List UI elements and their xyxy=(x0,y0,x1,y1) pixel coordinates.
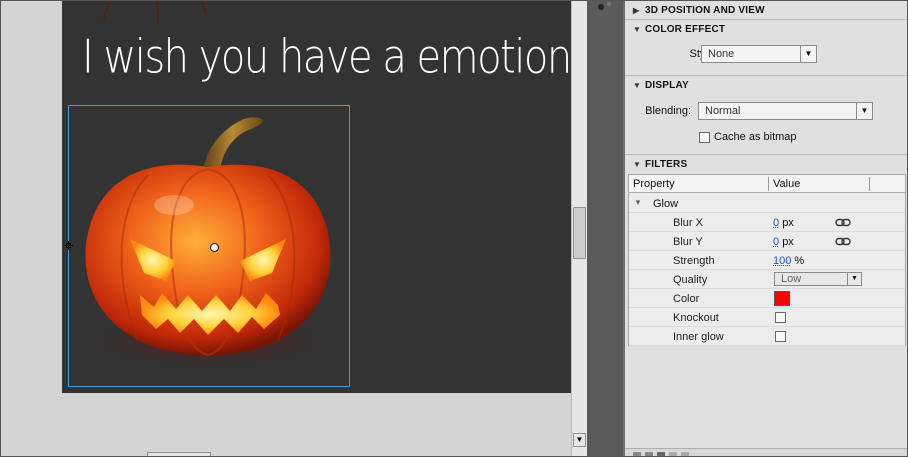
properties-panel: ▶ 3D POSITION AND VIEW ▼ COLOR EFFECT St… xyxy=(625,1,907,457)
section-title: FILTERS xyxy=(645,158,688,170)
scrollbar-thumb[interactable] xyxy=(573,207,586,259)
blur-y-label: Blur Y xyxy=(673,236,703,248)
section-display[interactable]: ▼ DISPLAY xyxy=(625,76,907,94)
cache-as-bitmap-checkbox[interactable] xyxy=(699,132,710,143)
chain-link-icon[interactable] xyxy=(835,218,851,227)
registration-crosshair-icon[interactable] xyxy=(64,241,73,250)
filter-group-glow[interactable]: ▼ Glow xyxy=(629,194,905,213)
flash-workspace: I wish you have a emotion halloween xyxy=(0,0,908,457)
quality-dropdown[interactable]: Low ▼ xyxy=(774,272,862,286)
chevron-down-icon[interactable]: ▼ xyxy=(847,273,861,285)
triangle-down-icon[interactable]: ▼ xyxy=(633,160,645,169)
stage-canvas[interactable]: I wish you have a emotion halloween xyxy=(62,1,571,393)
greeting-text[interactable]: I wish you have a emotion halloween xyxy=(82,31,571,84)
knockout-checkbox[interactable] xyxy=(775,312,786,323)
blending-value: Normal xyxy=(705,105,741,117)
column-divider[interactable] xyxy=(768,177,769,191)
knockout-label: Knockout xyxy=(673,312,719,324)
filter-row-color: Color xyxy=(629,289,905,308)
section-title: 3D POSITION AND VIEW xyxy=(645,4,765,16)
color-label: Color xyxy=(673,293,700,305)
triangle-down-icon[interactable]: ▼ xyxy=(633,81,645,90)
transform-pivot-point[interactable] xyxy=(210,243,219,252)
filter-row-inner-glow: Inner glow xyxy=(629,327,905,346)
section-title: DISPLAY xyxy=(645,79,689,91)
section-3d-position[interactable]: ▶ 3D POSITION AND VIEW xyxy=(625,1,907,19)
pumpkin-selection-box[interactable] xyxy=(68,105,350,387)
quality-label: Quality xyxy=(673,274,708,286)
filter-group-name: Glow xyxy=(653,198,679,210)
stage-horizontal-scrollbar[interactable] xyxy=(147,452,211,456)
blending-label: Blending: xyxy=(645,105,691,117)
section-filters[interactable]: ▼ FILTERS xyxy=(625,155,907,173)
filter-row-blur-y: Blur Y 0 px xyxy=(629,232,905,251)
triangle-right-icon[interactable]: ▶ xyxy=(633,6,645,15)
style-dropdown[interactable]: None ▼ xyxy=(701,45,817,63)
blur-y-value[interactable]: 0 xyxy=(773,236,779,248)
inner-glow-checkbox[interactable] xyxy=(775,331,786,342)
column-header-value[interactable]: Value xyxy=(773,178,800,190)
filters-table: Property Value ▼ Glow Blur X 0 px Blur Y xyxy=(628,174,906,346)
jack-o-lantern-image[interactable] xyxy=(68,105,350,387)
glow-color-swatch[interactable] xyxy=(774,291,790,306)
blur-y-unit: px xyxy=(782,236,794,248)
column-divider[interactable] xyxy=(869,177,870,191)
panel-dock-strip xyxy=(587,1,623,456)
chevron-down-icon[interactable]: ▼ xyxy=(856,103,872,119)
strength-value[interactable]: 100 xyxy=(773,255,791,267)
blur-x-value[interactable]: 0 xyxy=(773,217,779,229)
strength-label: Strength xyxy=(673,255,715,267)
filter-row-quality: Quality Low ▼ xyxy=(629,270,905,289)
spider-legs-graphic xyxy=(103,1,207,23)
chain-link-icon[interactable] xyxy=(835,237,851,246)
section-title: COLOR EFFECT xyxy=(645,23,726,35)
blur-x-unit: px xyxy=(782,217,794,229)
column-header-property[interactable]: Property xyxy=(633,178,675,190)
inner-glow-label: Inner glow xyxy=(673,331,724,343)
filter-row-blur-x: Blur X 0 px xyxy=(629,213,905,232)
triangle-down-icon[interactable]: ▼ xyxy=(634,198,642,207)
chevron-down-icon[interactable]: ▼ xyxy=(800,46,816,62)
triangle-down-icon[interactable]: ▼ xyxy=(633,25,645,34)
scroll-down-arrow-icon[interactable]: ▼ xyxy=(573,433,586,447)
blending-dropdown[interactable]: Normal ▼ xyxy=(698,102,873,120)
filters-table-header: Property Value xyxy=(629,175,905,193)
panel-grip-icon[interactable] xyxy=(595,1,615,17)
blur-x-label: Blur X xyxy=(673,217,703,229)
filter-row-knockout: Knockout xyxy=(629,308,905,327)
filters-toolbar xyxy=(625,448,907,457)
stage-vertical-scrollbar[interactable]: ▼ xyxy=(571,1,587,456)
cache-as-bitmap-label: Cache as bitmap xyxy=(714,131,797,143)
filter-row-strength: Strength 100 % xyxy=(629,251,905,270)
style-value: None xyxy=(708,48,735,60)
quality-value: Low xyxy=(781,273,802,285)
add-filter-icon[interactable] xyxy=(633,451,693,457)
section-color-effect[interactable]: ▼ COLOR EFFECT xyxy=(625,20,907,38)
strength-unit: % xyxy=(794,255,805,267)
